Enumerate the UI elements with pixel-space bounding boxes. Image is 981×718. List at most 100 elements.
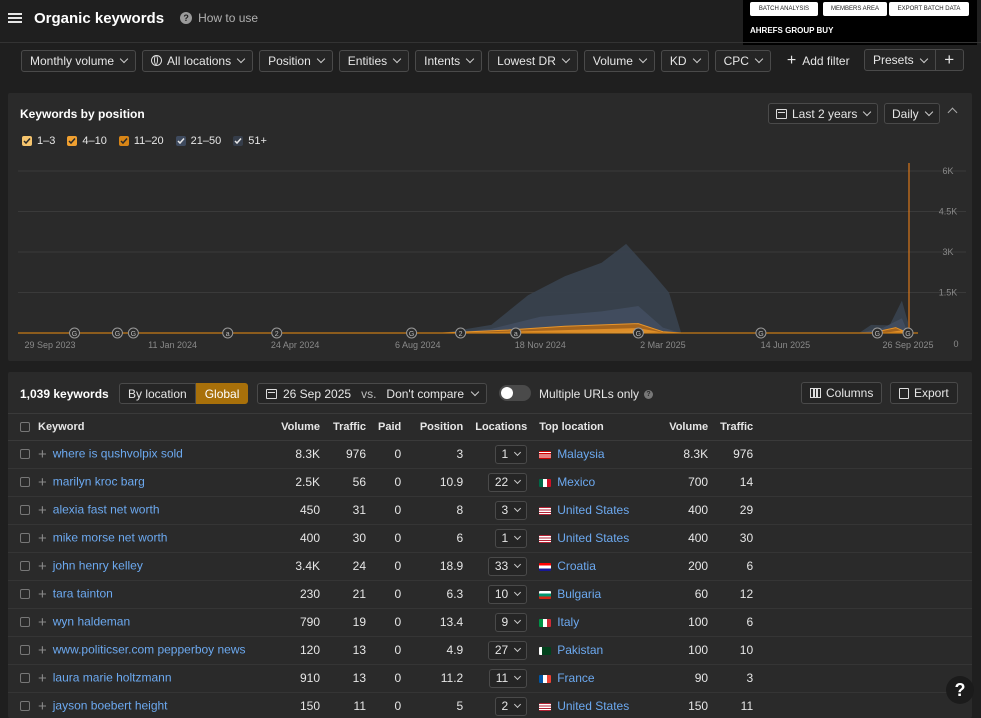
locations-select[interactable]: 1 — [494, 444, 528, 464]
country-link[interactable]: Mexico — [557, 475, 595, 489]
row-checkbox[interactable] — [20, 701, 30, 711]
annotation-marker[interactable]: G — [406, 327, 418, 339]
keyword-link[interactable]: john henry kelley — [53, 558, 143, 572]
keyword-link[interactable]: wyn haldeman — [53, 614, 130, 628]
legend-item-11-20[interactable]: 11–20 — [118, 135, 164, 147]
locations-select[interactable]: 3 — [494, 500, 528, 520]
annotation-marker[interactable]: G — [632, 327, 644, 339]
lowest-dr-filter[interactable]: Lowest DR — [488, 49, 578, 72]
country-link[interactable]: United States — [557, 531, 629, 545]
keyword-link[interactable]: alexia fast net worth — [53, 502, 160, 516]
cpc-filter[interactable]: CPC — [714, 49, 771, 72]
menu-icon[interactable] — [8, 13, 22, 23]
add-to-list-icon[interactable]: + — [38, 614, 47, 631]
row-checkbox[interactable] — [20, 561, 30, 571]
select-all-checkbox[interactable] — [20, 421, 30, 432]
keyword-link[interactable]: jayson boebert height — [53, 698, 168, 712]
locations-select[interactable]: 27 — [487, 640, 528, 660]
legend-item-1-3[interactable]: 1–3 — [22, 135, 55, 147]
locations-select[interactable]: 9 — [494, 612, 528, 632]
country-link[interactable]: Pakistan — [557, 643, 603, 657]
add-to-list-icon[interactable]: + — [38, 670, 47, 687]
collapse-icon[interactable] — [947, 107, 958, 118]
legend-item-21-50[interactable]: 21–50 — [175, 135, 221, 147]
add-to-list-icon[interactable]: + — [38, 530, 47, 547]
keyword-link[interactable]: tara tainton — [53, 586, 113, 600]
location-traffic-header[interactable]: Traffic — [714, 414, 760, 441]
export-button[interactable]: Export — [890, 382, 958, 404]
row-checkbox[interactable] — [20, 449, 30, 459]
locations-select[interactable]: 10 — [487, 584, 528, 604]
global-tab[interactable]: Global — [195, 383, 249, 404]
row-checkbox[interactable] — [20, 673, 30, 683]
add-to-list-icon[interactable]: + — [38, 586, 47, 603]
country-link[interactable]: United States — [557, 699, 629, 713]
batch-analysis-button[interactable]: BATCH ANALYSIS — [750, 2, 818, 16]
country-link[interactable]: Bulgaria — [557, 587, 601, 601]
keyword-link[interactable]: where is qushvolpix sold — [53, 446, 183, 460]
date-range-select[interactable]: Last 2 years — [768, 103, 879, 124]
help-button[interactable]: ? — [946, 676, 974, 704]
info-icon[interactable]: ? — [644, 389, 654, 399]
top-location-header[interactable]: Top location — [533, 414, 664, 441]
locations-header[interactable]: Locations — [469, 414, 534, 441]
add-filter-button[interactable]: + Add filter — [787, 52, 850, 68]
add-to-list-icon[interactable]: + — [38, 558, 47, 575]
annotation-marker[interactable]: 2 — [271, 327, 283, 339]
date-compare-select[interactable]: 26 Sep 2025 vs. Don't compare — [257, 383, 488, 404]
locations-select[interactable]: 22 — [487, 472, 528, 492]
volume-header[interactable]: Volume — [270, 414, 326, 441]
legend-item-51-plus[interactable]: 51+ — [233, 135, 267, 147]
add-to-list-icon[interactable]: + — [38, 502, 47, 519]
keyword-header[interactable]: Keyword — [8, 414, 270, 441]
monthly-volume-filter[interactable]: Monthly volume — [21, 49, 137, 72]
location-volume-header[interactable]: Volume — [663, 414, 715, 441]
add-to-list-icon[interactable]: + — [38, 446, 47, 463]
presets-button[interactable]: Presets — [864, 49, 936, 71]
annotation-marker[interactable]: G — [871, 327, 883, 339]
locations-select[interactable]: 11 — [488, 668, 528, 688]
annotation-marker[interactable]: a — [510, 327, 522, 339]
multiple-urls-toggle[interactable] — [499, 385, 531, 401]
country-link[interactable]: France — [557, 671, 594, 685]
position-filter[interactable]: Position — [259, 49, 333, 72]
country-link[interactable]: Italy — [557, 615, 579, 629]
intents-filter[interactable]: Intents — [415, 49, 483, 72]
row-checkbox[interactable] — [20, 533, 30, 543]
keyword-link[interactable]: www.politicser.com pepperboy news — [53, 642, 246, 656]
add-to-list-icon[interactable]: + — [38, 698, 47, 715]
keyword-link[interactable]: laura marie holtzmann — [53, 670, 172, 684]
row-checkbox[interactable] — [20, 477, 30, 487]
annotation-marker[interactable]: G — [902, 327, 914, 339]
legend-item-4-10[interactable]: 4–10 — [67, 135, 107, 147]
annotation-marker[interactable]: G — [111, 327, 123, 339]
keyword-link[interactable]: mike morse net worth — [53, 530, 168, 544]
locations-select[interactable]: 2 — [494, 696, 528, 716]
annotation-marker[interactable]: 2 — [455, 327, 467, 339]
how-to-use-link[interactable]: ? How to use — [180, 11, 258, 25]
locations-filter[interactable]: All locations — [142, 49, 254, 72]
add-preset-button[interactable]: + — [935, 49, 964, 71]
locations-select[interactable]: 33 — [487, 556, 528, 576]
annotation-marker[interactable]: G — [69, 327, 81, 339]
position-header[interactable]: Position — [407, 414, 470, 441]
country-link[interactable]: Croatia — [557, 559, 596, 573]
members-area-button[interactable]: MEMBERS AREA — [823, 2, 887, 16]
kd-filter[interactable]: KD — [660, 49, 709, 72]
row-checkbox[interactable] — [20, 617, 30, 627]
by-location-tab[interactable]: By location — [119, 383, 196, 404]
row-checkbox[interactable] — [20, 505, 30, 515]
country-link[interactable]: Malaysia — [557, 447, 604, 461]
locations-select[interactable]: 1 — [494, 528, 528, 548]
columns-button[interactable]: Columns — [801, 382, 883, 404]
export-batch-data-button[interactable]: EXPORT BATCH DATA — [889, 2, 969, 16]
add-to-list-icon[interactable]: + — [38, 642, 47, 659]
annotation-marker[interactable]: G — [755, 327, 767, 339]
row-checkbox[interactable] — [20, 645, 30, 655]
annotation-marker[interactable]: a — [222, 327, 234, 339]
traffic-header[interactable]: Traffic — [326, 414, 372, 441]
country-link[interactable]: United States — [557, 503, 629, 517]
keyword-link[interactable]: marilyn kroc barg — [53, 474, 145, 488]
volume-filter[interactable]: Volume — [583, 49, 655, 72]
paid-header[interactable]: Paid — [372, 414, 408, 441]
